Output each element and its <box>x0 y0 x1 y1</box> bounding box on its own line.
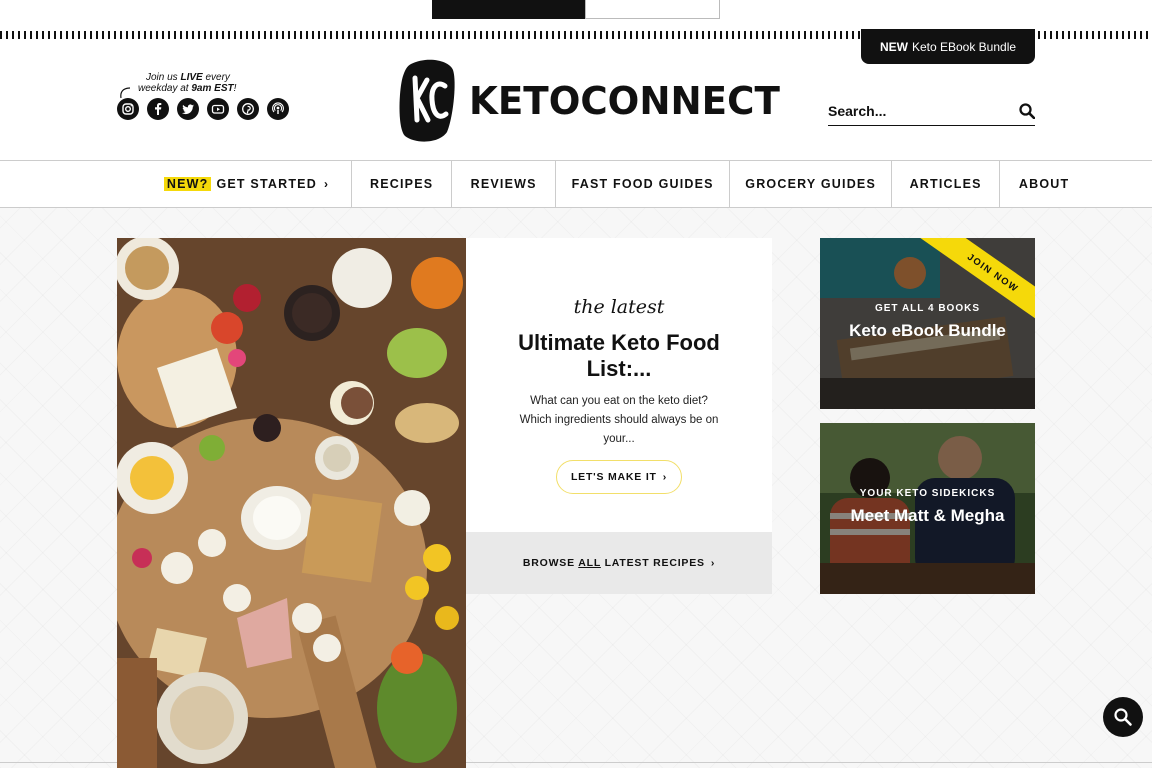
nav-item-reviews[interactable]: REVIEWS <box>452 161 557 207</box>
site-logo[interactable]: KETOCONNECT <box>397 58 786 144</box>
browse-all-latest-recipes-link[interactable]: BROWSE ALL LATEST RECIPES › <box>466 532 772 594</box>
new-badge: NEW? <box>163 177 212 191</box>
logo-mark <box>397 58 457 144</box>
logo-text: KETOCONNECT <box>469 79 780 123</box>
search-input[interactable] <box>828 102 998 119</box>
meet-matt-megha-card[interactable]: YOUR KETO SIDEKICKS Meet Matt & Megha <box>820 423 1035 594</box>
latest-recipe-card: the latest Ultimate Keto Food List:... W… <box>466 238 772 532</box>
nav-label: ARTICLES <box>909 177 982 191</box>
floating-search-button[interactable] <box>1103 697 1143 737</box>
nav-label: FAST FOOD GUIDES <box>571 177 714 191</box>
lets-make-it-button[interactable]: LET'S MAKE IT › <box>556 460 682 494</box>
nav-label: RECIPES <box>370 177 434 191</box>
search-form <box>828 96 1035 126</box>
search-icon[interactable] <box>1019 102 1035 119</box>
card-kicker: YOUR KETO SIDEKICKS <box>859 488 996 499</box>
nav-item-get-started[interactable]: NEW? GET STARTED › <box>163 161 353 207</box>
youtube-icon[interactable] <box>207 98 229 120</box>
twitter-icon[interactable] <box>177 98 199 120</box>
nav-label: GROCERY GUIDES <box>745 177 876 191</box>
ad-light-block <box>585 0 720 19</box>
podcast-icon[interactable] <box>267 98 289 120</box>
pinterest-icon[interactable] <box>237 98 259 120</box>
facebook-icon[interactable] <box>147 98 169 120</box>
chevron-right-icon: › <box>662 471 668 483</box>
card-kicker: GET ALL 4 BOOKS <box>874 303 980 314</box>
nav-item-articles[interactable]: ARTICLES <box>892 161 1001 207</box>
ebook-new-label: NEW <box>879 39 908 54</box>
chevron-right-icon: › <box>323 177 330 191</box>
button-label: LET'S MAKE IT <box>570 471 657 483</box>
social-links <box>117 98 289 120</box>
ad-dark-block <box>432 0 585 19</box>
search-icon <box>1114 708 1132 726</box>
nav-item-grocery-guides[interactable]: GROCERY GUIDES <box>730 161 893 207</box>
card-title: Keto eBook Bundle <box>849 321 1006 340</box>
browse-label: BROWSE ALL LATEST RECIPES <box>522 557 705 569</box>
latest-title[interactable]: Ultimate Keto Food List:... <box>486 330 752 382</box>
card-title: Meet Matt & Megha <box>850 506 1005 525</box>
top-ad-banner[interactable] <box>432 0 720 19</box>
featured-recipe-image[interactable] <box>117 238 466 768</box>
latest-excerpt: What can you eat on the keto diet? Which… <box>519 395 719 445</box>
nav-label: GET STARTED <box>216 177 317 191</box>
ebook-label: Keto EBook Bundle <box>911 39 1017 54</box>
chevron-right-icon: › <box>710 557 716 569</box>
instagram-icon[interactable] <box>117 98 139 120</box>
nav-item-about[interactable]: ABOUT <box>1000 161 1088 207</box>
main-nav: NEW? GET STARTED › RECIPES REVIEWS FAST … <box>0 160 1152 208</box>
nav-label: ABOUT <box>1018 177 1070 191</box>
ebook-bundle-card[interactable]: JOIN NOW GET ALL 4 BOOKS Keto eBook Bund… <box>820 238 1035 409</box>
nav-item-recipes[interactable]: RECIPES <box>352 161 453 207</box>
nav-item-fast-food-guides[interactable]: FAST FOOD GUIDES <box>556 161 731 207</box>
latest-kicker: the latest <box>573 296 665 318</box>
live-schedule-note: Join us LIVE every weekday at 9am EST! <box>138 72 237 94</box>
ebook-bundle-button[interactable]: NEW Keto EBook Bundle <box>861 29 1035 64</box>
nav-label: REVIEWS <box>470 177 537 191</box>
